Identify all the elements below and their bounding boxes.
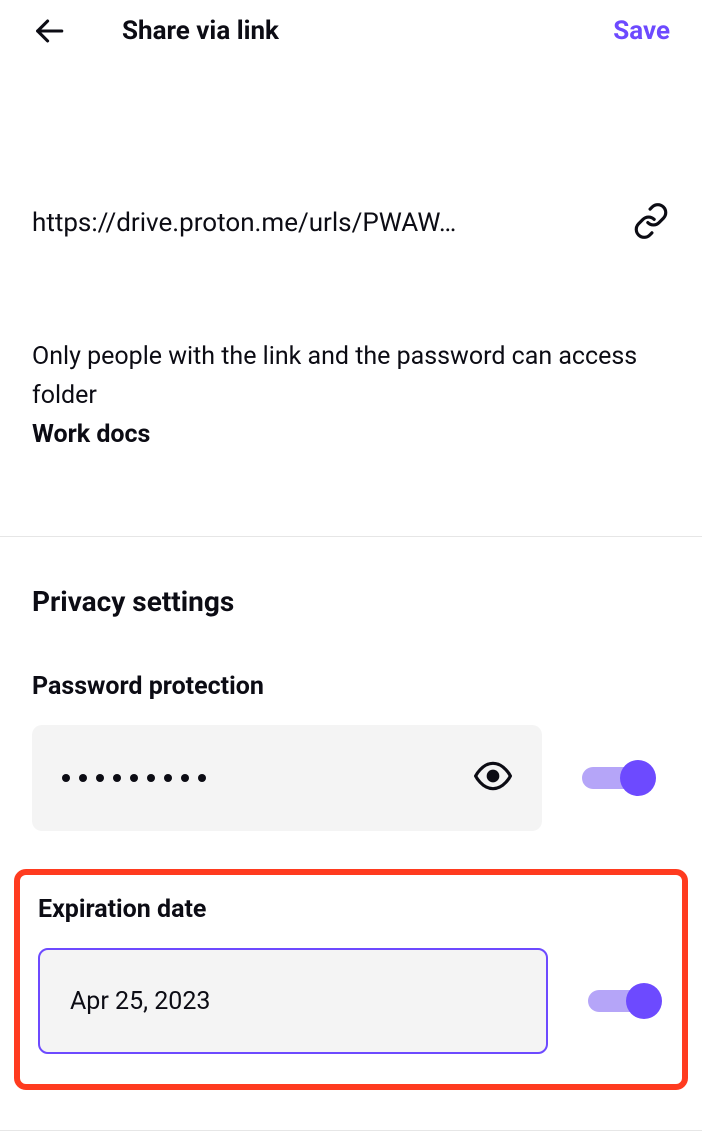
expiration-date-input[interactable]: Apr 25, 2023: [38, 948, 548, 1054]
expiration-date-toggle[interactable]: [588, 983, 662, 1019]
privacy-settings-title: Privacy settings: [32, 585, 670, 618]
password-dot: [181, 774, 189, 782]
password-dot: [164, 774, 172, 782]
back-button[interactable]: [32, 14, 66, 48]
page-title: Share via link: [122, 16, 557, 46]
password-dot: [62, 774, 70, 782]
password-dot: [79, 774, 87, 782]
copy-link-button[interactable]: [632, 202, 670, 244]
password-protection-label: Password protection: [32, 672, 670, 701]
toggle-password-visibility-button[interactable]: [474, 757, 512, 799]
password-dot: [96, 774, 104, 782]
password-dot: [198, 774, 206, 782]
password-protection-toggle[interactable]: [582, 760, 656, 796]
expiration-date-row: Apr 25, 2023: [38, 948, 664, 1054]
save-button[interactable]: Save: [613, 16, 670, 46]
arrow-left-icon: [32, 14, 66, 48]
password-input[interactable]: [32, 725, 542, 831]
expiration-date-highlight: Expiration date Apr 25, 2023: [14, 869, 688, 1090]
password-masked-dots: [62, 774, 454, 782]
toggle-thumb: [620, 760, 656, 796]
link-desc-text: Only people with the link and the passwo…: [32, 342, 637, 410]
password-protection-row: [32, 725, 670, 831]
expiration-date-label: Expiration date: [38, 895, 664, 924]
folder-name: Work docs: [32, 420, 150, 449]
header: Share via link Save: [0, 0, 702, 62]
password-dot: [113, 774, 121, 782]
password-dot: [130, 774, 138, 782]
toggle-thumb: [626, 983, 662, 1019]
link-row: https://drive.proton.me/urls/PWAW…: [32, 202, 670, 244]
link-description: Only people with the link and the passwo…: [32, 338, 670, 454]
link-section: https://drive.proton.me/urls/PWAW… Only …: [0, 62, 702, 494]
eye-icon: [474, 757, 512, 795]
privacy-settings-section: Privacy settings Password protection: [0, 537, 702, 831]
link-icon: [632, 202, 670, 240]
password-dot: [147, 774, 155, 782]
expiration-date-value: Apr 25, 2023: [70, 987, 516, 1016]
password-protection-group: Password protection: [32, 672, 670, 831]
share-link-url[interactable]: https://drive.proton.me/urls/PWAW…: [32, 208, 604, 238]
